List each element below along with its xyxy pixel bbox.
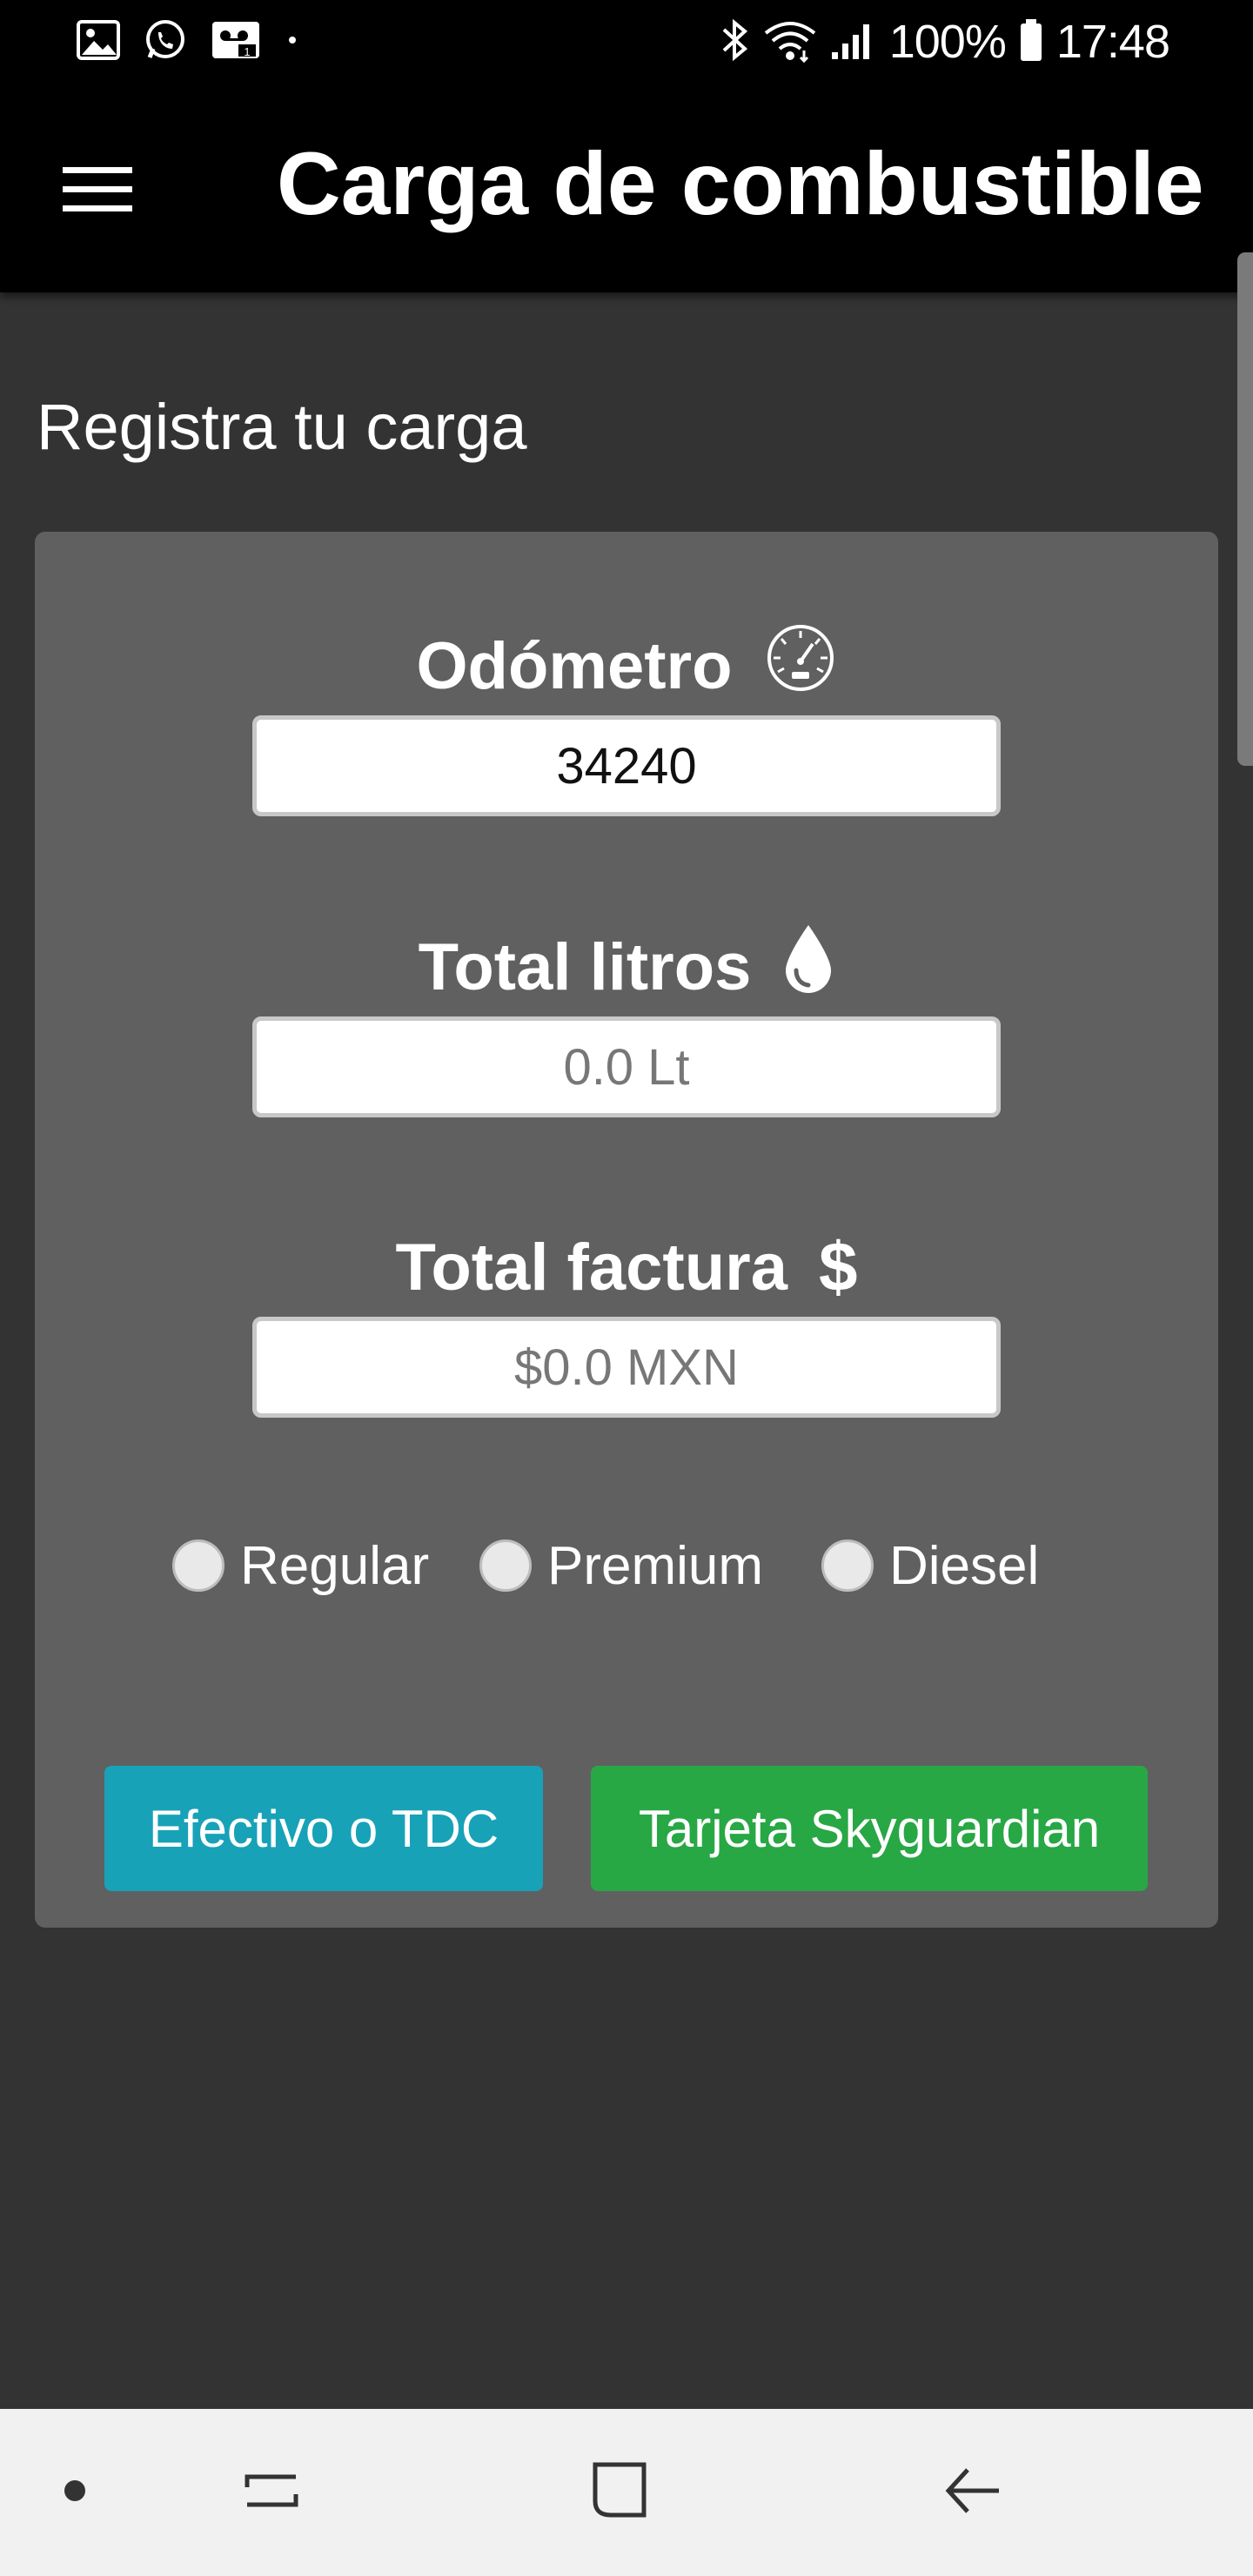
page-title: Carga de combustible	[277, 134, 1204, 233]
nav-dot-icon	[63, 2479, 87, 2507]
radio-label: Premium	[547, 1535, 764, 1596]
radio-label: Diesel	[889, 1535, 1040, 1596]
radio-circle-icon[interactable]	[479, 1540, 532, 1592]
voicemail-icon: 1	[211, 18, 261, 66]
menu-button[interactable]	[49, 143, 146, 240]
invoice-label: Total factura	[395, 1230, 787, 1305]
radio-circle-icon[interactable]	[821, 1540, 874, 1592]
section-heading: Registra tu carga	[37, 391, 527, 463]
radio-diesel[interactable]: Diesel	[821, 1522, 1039, 1609]
signal-icon	[830, 19, 877, 65]
radio-regular[interactable]: Regular	[172, 1522, 429, 1609]
battery-percentage: 100%	[888, 16, 1007, 68]
drop-icon	[782, 923, 834, 1010]
skyguardian-card-button[interactable]: Tarjeta Skyguardian	[591, 1766, 1148, 1891]
status-bar-system: 100% 17:48	[719, 12, 1170, 71]
hamburger-menu-icon	[61, 162, 134, 222]
gallery-icon	[77, 19, 120, 64]
liters-label-row: Total litros	[35, 923, 1218, 1010]
status-bar-notifications: 1	[77, 17, 301, 66]
whatsapp-icon	[143, 17, 188, 67]
back-button[interactable]	[929, 2409, 1016, 2576]
speedometer-icon	[764, 623, 837, 708]
system-nav-bar	[0, 2409, 1253, 2576]
svg-text:1: 1	[244, 45, 250, 58]
battery-icon	[1018, 17, 1044, 67]
odometer-input[interactable]	[252, 715, 1001, 816]
app-toolbar: Carga de combustible	[0, 85, 1253, 292]
scrollbar[interactable]	[1237, 252, 1253, 766]
clock: 17:48	[1055, 16, 1170, 68]
liters-label: Total litros	[418, 929, 752, 1004]
fuel-form-card: Odómetro Total litros Total factura $ Re…	[35, 532, 1218, 1928]
liters-input[interactable]	[252, 1016, 1001, 1117]
fuel-type-radio-group: Regular Premium Diesel	[35, 1522, 1218, 1609]
back-icon	[941, 2459, 1004, 2526]
invoice-input[interactable]	[252, 1317, 1001, 1418]
radio-label: Regular	[240, 1535, 430, 1596]
recent-apps-button[interactable]	[228, 2409, 315, 2576]
recent-apps-icon	[240, 2459, 303, 2526]
odometer-label-row: Odómetro	[35, 622, 1218, 709]
nav-dot-button[interactable]	[40, 2409, 110, 2576]
invoice-label-row: Total factura $	[35, 1224, 1218, 1311]
dollar-icon: $	[818, 1228, 858, 1305]
radio-circle-icon[interactable]	[172, 1540, 224, 1592]
wifi-icon	[762, 17, 818, 67]
notification-dot-icon	[284, 31, 301, 53]
home-icon	[590, 2459, 653, 2526]
odometer-label: Odómetro	[416, 628, 733, 703]
home-button[interactable]	[578, 2409, 665, 2576]
cash-or-card-button[interactable]: Efectivo o TDC	[104, 1766, 543, 1891]
status-bar: 1 100% 17:48	[0, 0, 1253, 85]
bluetooth-icon	[719, 17, 750, 67]
radio-premium[interactable]: Premium	[479, 1522, 763, 1609]
